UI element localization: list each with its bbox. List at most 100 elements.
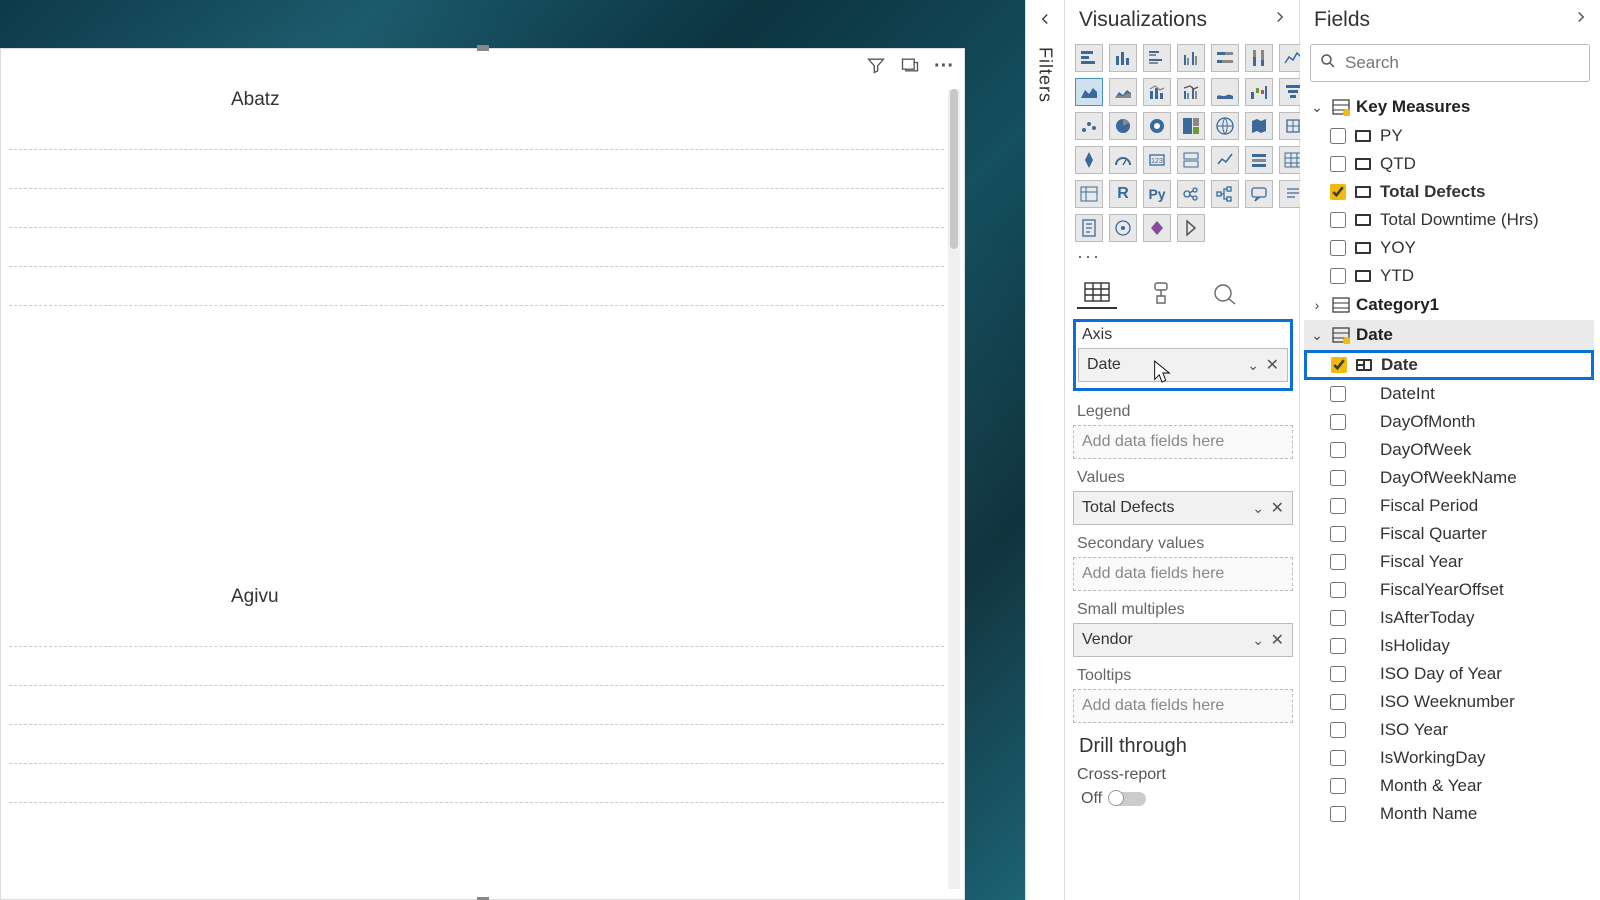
report-canvas[interactable]: ··· Abatz Agivu — [0, 0, 1025, 900]
cross-report-toggle[interactable] — [1110, 792, 1146, 806]
field-row[interactable]: ISO Weeknumber — [1304, 688, 1594, 716]
field-checkbox[interactable] — [1330, 750, 1346, 766]
line-stacked-column-icon[interactable] — [1143, 78, 1171, 106]
remove-field-icon[interactable]: ✕ — [1266, 355, 1279, 375]
fields-tab-icon[interactable] — [1077, 277, 1117, 309]
field-row[interactable]: IsAfterToday — [1304, 604, 1594, 632]
field-row[interactable]: Total Defects — [1304, 178, 1594, 206]
collapse-viz-icon[interactable] — [1271, 8, 1289, 32]
chevron-down-icon[interactable]: ⌄ — [1308, 327, 1326, 344]
field-checkbox[interactable] — [1330, 638, 1346, 654]
field-checkbox[interactable] — [1330, 554, 1346, 570]
resize-handle-top[interactable] — [477, 45, 489, 51]
field-row[interactable]: Total Downtime (Hrs) — [1304, 206, 1594, 234]
legend-placeholder[interactable]: Add data fields here — [1073, 425, 1293, 459]
focus-mode-icon[interactable] — [900, 55, 920, 81]
map-icon[interactable] — [1211, 112, 1239, 140]
field-row[interactable]: QTD — [1304, 150, 1594, 178]
fields-search-box[interactable] — [1310, 44, 1590, 82]
field-checkbox[interactable] — [1330, 386, 1346, 402]
field-row[interactable]: FiscalYearOffset — [1304, 576, 1594, 604]
axis-well[interactable]: Axis Date ⌄ ✕ — [1073, 319, 1293, 391]
field-checkbox[interactable] — [1330, 156, 1346, 172]
power-apps-icon[interactable] — [1143, 214, 1171, 242]
field-row[interactable]: YOY — [1304, 234, 1594, 262]
hundred-stacked-bar-icon[interactable] — [1211, 44, 1239, 72]
card-icon[interactable]: 123 — [1143, 146, 1171, 174]
tooltips-well[interactable]: Tooltips Add data fields here — [1073, 667, 1293, 723]
field-checkbox[interactable] — [1330, 498, 1346, 514]
kpi-icon[interactable] — [1211, 146, 1239, 174]
clustered-column-chart-icon[interactable] — [1177, 44, 1205, 72]
field-checkbox[interactable] — [1330, 268, 1346, 284]
line-clustered-column-icon[interactable] — [1177, 78, 1205, 106]
axis-field-pill[interactable]: Date ⌄ ✕ — [1078, 348, 1288, 382]
field-checkbox[interactable] — [1330, 666, 1346, 682]
scrollbar-thumb[interactable] — [950, 89, 958, 249]
donut-chart-icon[interactable] — [1143, 112, 1171, 140]
format-tab-icon[interactable] — [1141, 277, 1181, 309]
legend-well[interactable]: Legend Add data fields here — [1073, 403, 1293, 459]
field-checkbox[interactable] — [1330, 582, 1346, 598]
scatter-chart-icon[interactable] — [1075, 112, 1103, 140]
remove-field-icon[interactable]: ✕ — [1271, 498, 1284, 518]
field-row[interactable]: ISO Year — [1304, 716, 1594, 744]
field-checkbox[interactable] — [1330, 722, 1346, 738]
field-checkbox[interactable] — [1330, 806, 1346, 822]
chevron-down-icon[interactable]: ⌄ — [1308, 99, 1326, 116]
field-checkbox[interactable] — [1330, 442, 1346, 458]
field-row[interactable]: YTD — [1304, 262, 1594, 290]
table-key-measures[interactable]: ⌄ Key Measures — [1304, 92, 1594, 122]
field-row[interactable]: ISO Day of Year — [1304, 660, 1594, 688]
gauge-icon[interactable] — [1109, 146, 1137, 174]
ribbon-chart-icon[interactable] — [1211, 78, 1239, 106]
search-input[interactable] — [1345, 53, 1581, 73]
field-checkbox[interactable] — [1330, 470, 1346, 486]
stacked-area-chart-icon[interactable] — [1109, 78, 1137, 106]
chevron-down-icon[interactable]: ⌄ — [1252, 632, 1264, 649]
treemap-icon[interactable] — [1177, 112, 1205, 140]
field-checkbox[interactable] — [1330, 240, 1346, 256]
field-row[interactable]: DayOfWeekName — [1304, 464, 1594, 492]
chevron-right-icon[interactable]: › — [1308, 297, 1326, 313]
key-influencers-icon[interactable] — [1177, 180, 1205, 208]
hundred-stacked-column-icon[interactable] — [1245, 44, 1273, 72]
visual-scrollbar[interactable] — [948, 89, 960, 889]
field-row[interactable]: Month & Year — [1304, 772, 1594, 800]
secondary-values-well[interactable]: Secondary values Add data fields here — [1073, 535, 1293, 591]
field-row[interactable]: DateInt — [1304, 380, 1594, 408]
area-chart-icon[interactable] — [1075, 78, 1103, 106]
r-visual-icon[interactable]: R — [1109, 180, 1137, 208]
waterfall-chart-icon[interactable] — [1245, 78, 1273, 106]
decomposition-tree-icon[interactable] — [1211, 180, 1239, 208]
field-row[interactable]: DayOfMonth — [1304, 408, 1594, 436]
field-checkbox[interactable] — [1330, 526, 1346, 542]
clustered-bar-chart-icon[interactable] — [1143, 44, 1171, 72]
arcgis-icon[interactable] — [1109, 214, 1137, 242]
multi-row-card-icon[interactable] — [1177, 146, 1205, 174]
field-row[interactable]: Date — [1304, 350, 1594, 380]
pie-chart-icon[interactable] — [1109, 112, 1137, 140]
field-checkbox[interactable] — [1330, 694, 1346, 710]
analytics-tab-icon[interactable] — [1205, 277, 1245, 309]
field-checkbox[interactable] — [1330, 778, 1346, 794]
python-visual-icon[interactable]: Py — [1143, 180, 1171, 208]
field-row[interactable]: Month Name — [1304, 800, 1594, 828]
field-row[interactable]: IsHoliday — [1304, 632, 1594, 660]
chevron-down-icon[interactable]: ⌄ — [1247, 357, 1259, 374]
field-row[interactable]: Fiscal Quarter — [1304, 520, 1594, 548]
get-more-visuals-icon[interactable] — [1177, 214, 1205, 242]
field-checkbox[interactable] — [1330, 414, 1346, 430]
field-row[interactable]: IsWorkingDay — [1304, 744, 1594, 772]
field-checkbox[interactable] — [1330, 128, 1346, 144]
values-field-pill[interactable]: Total Defects ⌄ ✕ — [1073, 491, 1293, 525]
stacked-column-chart-icon[interactable] — [1109, 44, 1137, 72]
stacked-bar-chart-icon[interactable] — [1075, 44, 1103, 72]
secondary-placeholder[interactable]: Add data fields here — [1073, 557, 1293, 591]
field-row[interactable]: Fiscal Year — [1304, 548, 1594, 576]
more-options-icon[interactable]: ··· — [934, 55, 954, 81]
filled-map-icon[interactable] — [1245, 112, 1273, 140]
viz-more-button[interactable]: ··· — [1065, 246, 1299, 271]
matrix-icon[interactable] — [1075, 180, 1103, 208]
table-category1[interactable]: › Category1 — [1304, 290, 1594, 320]
